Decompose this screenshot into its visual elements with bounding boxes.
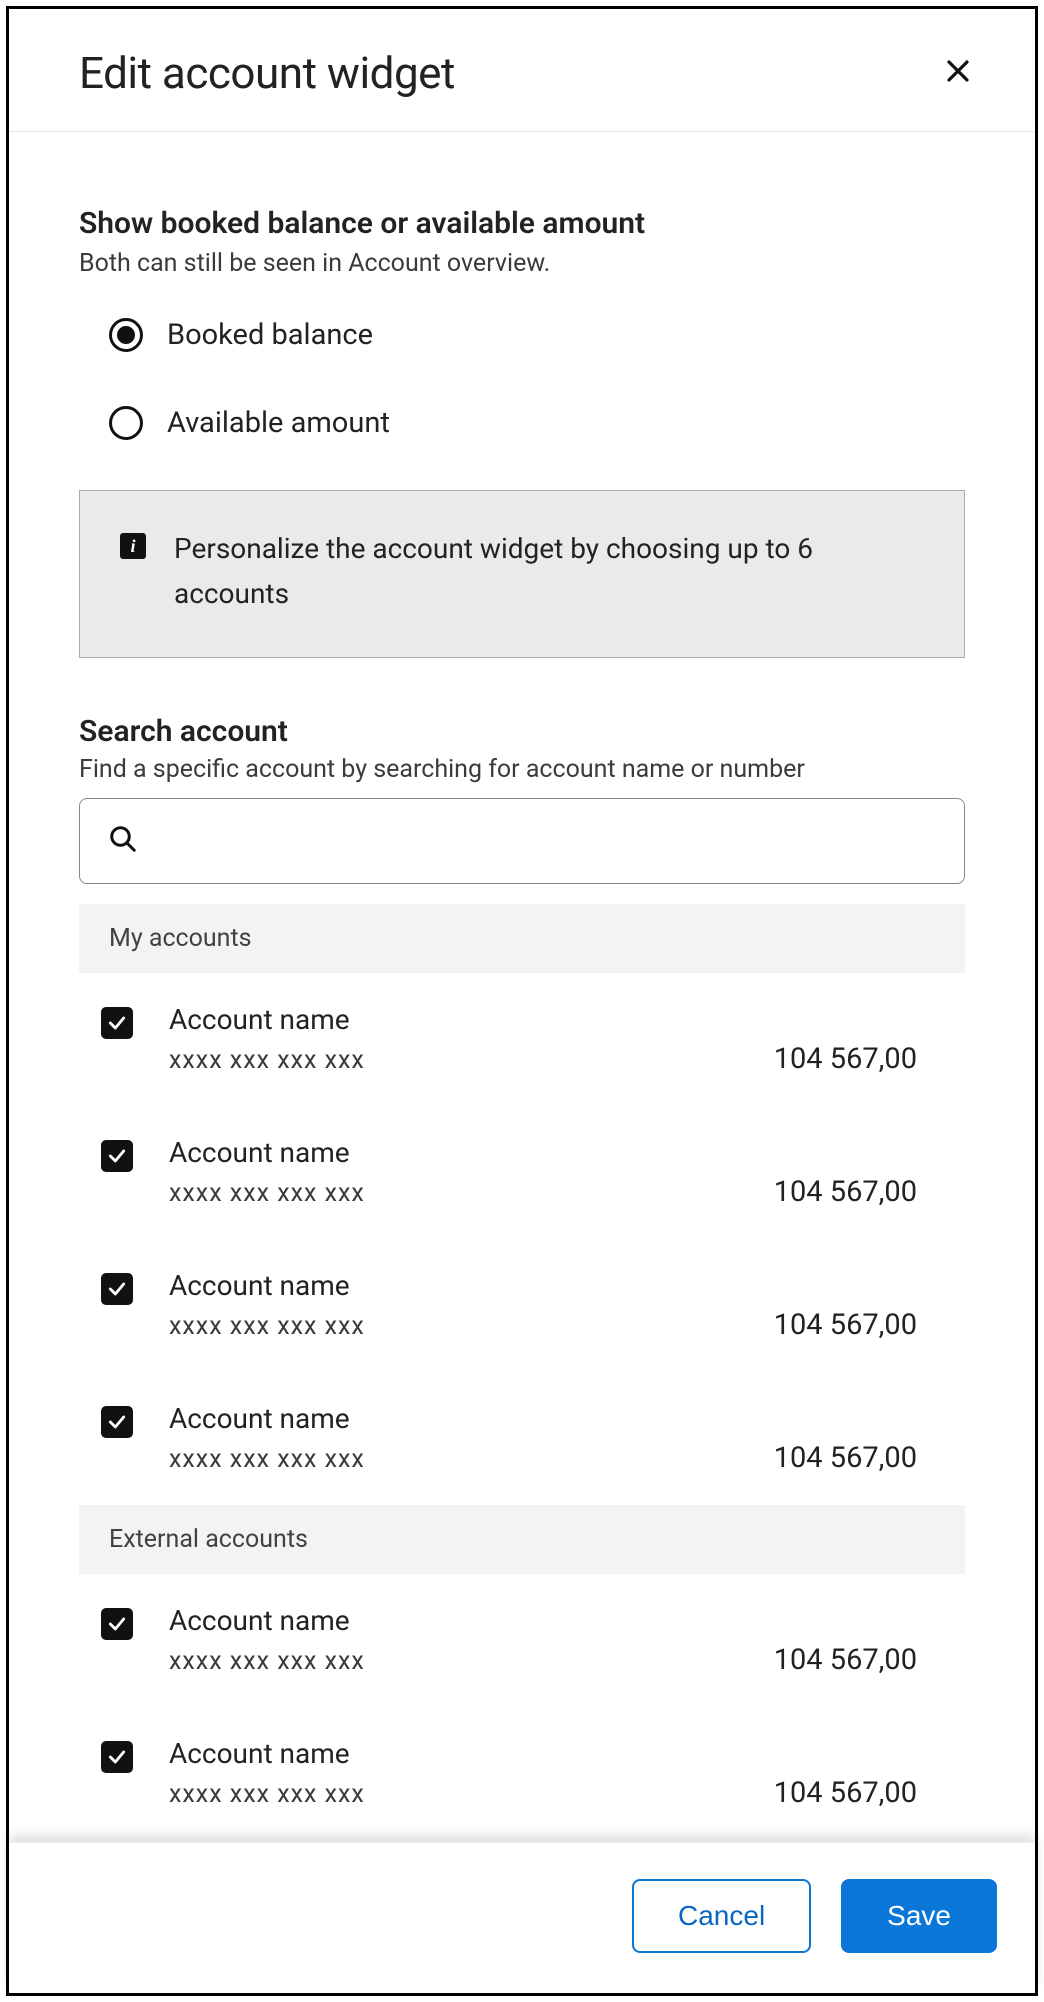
account-balance: 104 567,00 <box>774 1308 917 1342</box>
radio-available-amount[interactable] <box>109 406 143 440</box>
account-row: Account name xxxx xxx xxx xxx 104 567,00 <box>79 1239 965 1372</box>
balance-section-title: Show booked balance or available amount <box>79 206 965 241</box>
account-balance: 104 567,00 <box>774 1175 917 1209</box>
balance-radio-group: Booked balance Available amount <box>109 318 965 440</box>
account-name: Account name <box>169 1737 965 1770</box>
account-number: xxxx xxx xxx xxx <box>169 1046 365 1075</box>
radio-booked-balance[interactable] <box>109 318 143 352</box>
info-icon: i <box>120 533 146 559</box>
account-checkbox[interactable] <box>101 1741 133 1773</box>
search-box[interactable] <box>79 798 965 884</box>
account-row: Account name xxxx xxx xxx xxx 104 567,00 <box>79 1574 965 1707</box>
account-balance: 104 567,00 <box>774 1042 917 1076</box>
account-name: Account name <box>169 1604 965 1637</box>
info-box: i Personalize the account widget by choo… <box>79 490 965 658</box>
account-balance: 104 567,00 <box>774 1441 917 1475</box>
account-row: Account name xxxx xxx xxx xxx 104 567,00 <box>79 973 965 1106</box>
dialog-header: Edit account widget <box>9 9 1035 132</box>
account-name: Account name <box>169 1269 965 1302</box>
account-number: xxxx xxx xxx xxx <box>169 1312 365 1341</box>
account-row: Account name xxxx xxx xxx xxx 104 567,00 <box>79 1106 965 1239</box>
search-sublabel: Find a specific account by searching for… <box>79 755 965 784</box>
account-checkbox[interactable] <box>101 1273 133 1305</box>
account-group-header: My accounts <box>79 904 965 973</box>
close-button[interactable] <box>941 56 975 90</box>
close-icon <box>946 59 970 87</box>
account-name: Account name <box>169 1136 965 1169</box>
dialog-content: Show booked balance or available amount … <box>9 132 1035 1993</box>
radio-booked-balance-label: Booked balance <box>167 318 373 352</box>
info-text: Personalize the account widget by choosi… <box>174 527 924 617</box>
balance-section-subtitle: Both can still be seen in Account overvi… <box>79 249 965 278</box>
account-checkbox[interactable] <box>101 1406 133 1438</box>
account-name: Account name <box>169 1003 965 1036</box>
account-checkbox[interactable] <box>101 1140 133 1172</box>
account-name: Account name <box>169 1402 965 1435</box>
radio-available-amount-label: Available amount <box>167 406 390 440</box>
save-button[interactable]: Save <box>841 1879 997 1953</box>
dialog-footer: Cancel Save <box>9 1842 1035 1993</box>
account-row: Account name xxxx xxx xxx xxx 104 567,00 <box>79 1707 965 1840</box>
account-checkbox[interactable] <box>101 1007 133 1039</box>
cancel-button[interactable]: Cancel <box>632 1879 811 1953</box>
account-balance: 104 567,00 <box>774 1643 917 1677</box>
dialog-title: Edit account widget <box>79 47 455 99</box>
account-balance: 104 567,00 <box>774 1776 917 1810</box>
account-number: xxxx xxx xxx xxx <box>169 1445 365 1474</box>
search-label: Search account <box>79 714 965 749</box>
account-number: xxxx xxx xxx xxx <box>169 1647 365 1676</box>
account-row: Account name xxxx xxx xxx xxx 104 567,00 <box>79 1372 965 1505</box>
search-icon <box>108 824 138 858</box>
account-group-header: External accounts <box>79 1505 965 1574</box>
search-input[interactable] <box>156 825 936 856</box>
account-checkbox[interactable] <box>101 1608 133 1640</box>
account-number: xxxx xxx xxx xxx <box>169 1780 365 1809</box>
account-number: xxxx xxx xxx xxx <box>169 1179 365 1208</box>
